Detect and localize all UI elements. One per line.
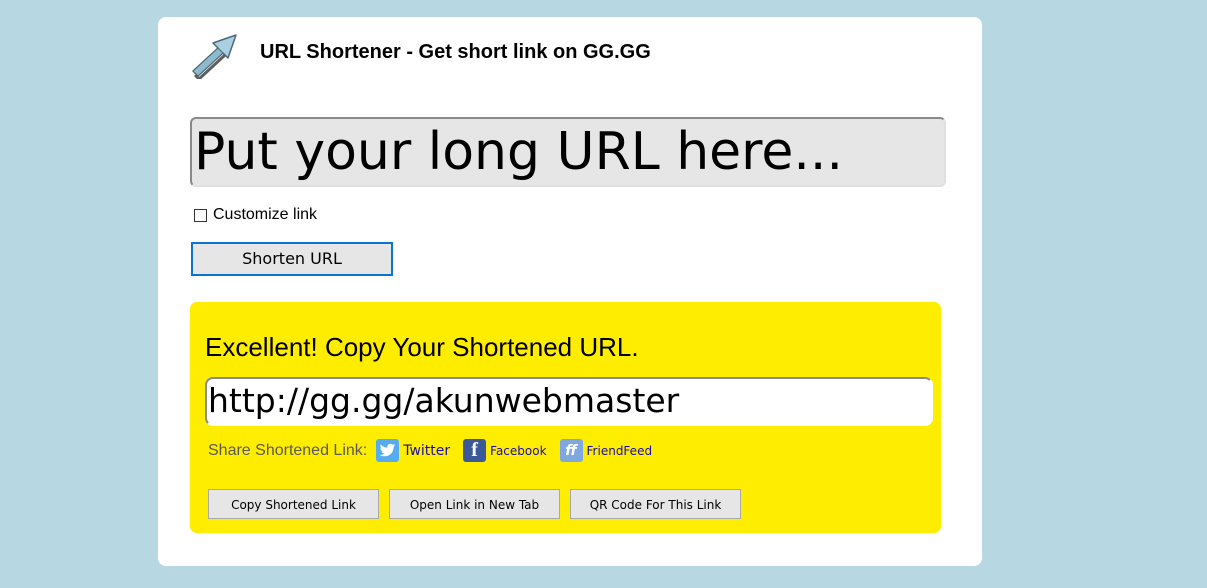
arrow-icon [192, 34, 237, 79]
share-facebook[interactable]: f Facebook [463, 439, 547, 462]
share-friendfeed[interactable]: ff FriendFeed [559, 439, 653, 462]
main-card: URL Shortener - Get short link on GG.GG … [158, 17, 982, 566]
long-url-input[interactable] [190, 117, 946, 187]
customize-link-checkbox[interactable] [194, 208, 207, 222]
facebook-icon[interactable]: f [463, 439, 487, 462]
friendfeed-link[interactable]: FriendFeed [587, 444, 653, 458]
qr-code-button[interactable]: QR Code For This Link [570, 489, 741, 519]
open-new-tab-button[interactable]: Open Link in New Tab [389, 489, 560, 519]
result-panel: Excellent! Copy Your Shortened URL. http… [190, 302, 941, 533]
page-title: URL Shortener - Get short link on GG.GG [260, 41, 651, 63]
result-actions: Copy Shortened Link Open Link in New Tab… [208, 489, 741, 519]
share-label: Share Shortened Link: [208, 441, 368, 459]
customize-link-option[interactable]: Customize link [194, 206, 317, 224]
result-title: Excellent! Copy Your Shortened URL. [205, 332, 639, 362]
friendfeed-icon[interactable]: ff [559, 439, 583, 462]
short-url-field[interactable]: http://gg.gg/akunwebmaster [205, 377, 933, 426]
customize-link-label: Customize link [213, 206, 318, 223]
twitter-icon[interactable] [376, 439, 400, 462]
share-bar: Share Shortened Link: Twitter f Facebook… [208, 439, 665, 462]
twitter-link[interactable]: Twitter [403, 443, 450, 459]
share-twitter[interactable]: Twitter [376, 439, 450, 462]
facebook-link[interactable]: Facebook [490, 444, 546, 458]
copy-link-button[interactable]: Copy Shortened Link [208, 489, 379, 519]
shorten-url-button[interactable]: Shorten URL [191, 242, 393, 276]
